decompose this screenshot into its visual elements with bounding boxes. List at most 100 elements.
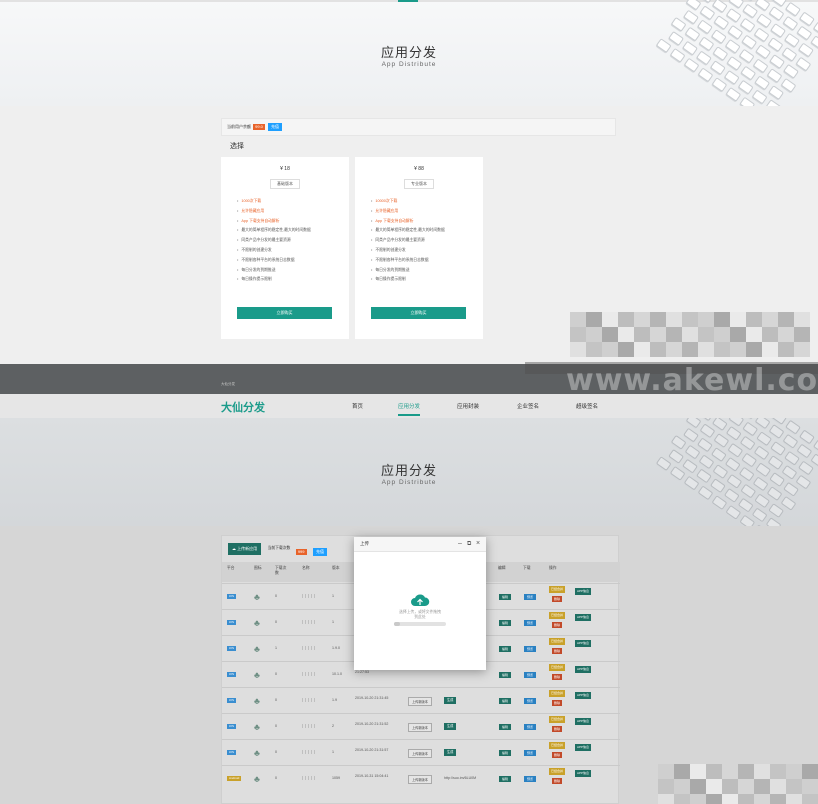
app-info-button[interactable]: APP信息 — [575, 744, 592, 751]
edit-button[interactable]: 编辑 — [499, 776, 512, 782]
upload-version-button[interactable]: 上传新版本 — [408, 697, 432, 706]
delete-button[interactable]: 删除 — [552, 622, 563, 628]
buy-button[interactable]: 立即购买 — [237, 307, 332, 319]
mosaic-tile — [618, 312, 634, 327]
edit-button[interactable]: 编辑 — [499, 594, 512, 600]
preview-button[interactable]: 预览 — [524, 750, 537, 756]
merge-button[interactable]: 已经合并 — [549, 664, 566, 671]
merge-button[interactable]: 已经合并 — [549, 612, 566, 619]
feature-item: 允许隐藏应用 — [237, 207, 311, 217]
app-info-button[interactable]: APP信息 — [575, 770, 592, 777]
choose-label: 选择 — [230, 143, 244, 150]
delete-button[interactable]: 删除 — [552, 596, 563, 602]
upload-version-button[interactable]: 上传新版本 — [408, 723, 432, 732]
mosaic-tile — [778, 312, 794, 327]
merge-button[interactable]: 已经合并 — [549, 638, 566, 645]
mosaic-tile — [634, 327, 650, 342]
app-info-button[interactable]: APP信息 — [575, 588, 592, 595]
preview-button[interactable]: 预览 — [524, 594, 537, 600]
mosaic-tile — [698, 327, 714, 342]
preview-button[interactable]: 预览 — [524, 724, 537, 730]
generate-link-button[interactable]: 生成 — [444, 697, 457, 704]
keyboard-key — [697, 437, 713, 453]
upload-version-button[interactable]: 上传新版本 — [408, 749, 432, 758]
brand-logo[interactable]: 大仙分发 — [221, 399, 265, 415]
app-info-button[interactable]: APP信息 — [575, 718, 592, 725]
app-info-button[interactable]: APP信息 — [575, 692, 592, 699]
merge-button[interactable]: 已经合并 — [549, 768, 566, 775]
balance-label: 当前用户余额 — [227, 124, 251, 129]
mosaic-tile — [666, 342, 682, 357]
edit-button[interactable]: 编辑 — [499, 724, 512, 730]
keyboard-key — [684, 26, 701, 42]
recharge-button[interactable]: 充值 — [312, 548, 327, 556]
edit-button[interactable]: 编辑 — [499, 698, 512, 704]
delete-button[interactable]: 删除 — [552, 726, 563, 732]
delete-button[interactable]: 删除 — [552, 778, 563, 784]
keyboard-key — [782, 433, 799, 449]
download-count: 1 — [275, 646, 277, 650]
version: 10.1.0 — [332, 672, 342, 676]
app-info-button[interactable]: APP信息 — [575, 640, 592, 647]
merge-button[interactable]: 已经合并 — [549, 690, 566, 697]
keyboard-key — [725, 425, 742, 441]
app-info-button[interactable]: APP信息 — [575, 666, 592, 673]
feature-item: 10000次下载 — [371, 197, 445, 207]
generate-link-button[interactable]: 生成 — [444, 749, 457, 756]
keyboard-key — [742, 3, 759, 19]
nav-app-wrap[interactable]: 应用封装 — [457, 402, 479, 410]
mosaic-tile — [794, 312, 810, 327]
merge-button[interactable]: 已经合并 — [549, 742, 566, 749]
platform-badge: iOS — [227, 594, 237, 599]
mosaic-tile — [586, 312, 602, 327]
platform-badge: iOS — [227, 724, 237, 729]
preview-button[interactable]: 预览 — [524, 620, 537, 626]
mosaic-tile — [770, 764, 786, 779]
recharge-button[interactable]: 充值 — [268, 123, 283, 131]
plan-price: ¥ 88 — [414, 166, 424, 172]
nav-super-sign[interactable]: 超级签名 — [576, 402, 598, 410]
hero-subtitle: App Distribute — [381, 479, 437, 486]
cloud-upload-icon[interactable] — [410, 593, 430, 607]
nav-enterprise-sign[interactable]: 企业签名 — [517, 402, 539, 410]
mosaic-tile — [746, 312, 762, 327]
edit-button[interactable]: 编辑 — [499, 750, 512, 756]
mosaic-tile — [706, 764, 722, 779]
mosaic-tile — [754, 779, 770, 794]
delete-button[interactable]: 删除 — [552, 700, 563, 706]
merge-button[interactable]: 已经合并 — [549, 586, 566, 593]
mosaic-tile — [786, 794, 802, 804]
preview-button[interactable]: 预览 — [524, 698, 537, 704]
delete-button[interactable]: 删除 — [552, 648, 563, 654]
edit-button[interactable]: 编辑 — [499, 672, 512, 678]
short-link[interactable]: http://suo.im/6LU0M — [444, 776, 476, 781]
merge-button[interactable]: 已经合并 — [549, 716, 566, 723]
edit-button[interactable]: 编辑 — [499, 646, 512, 652]
maximize-icon[interactable]: ⧉ — [467, 539, 471, 549]
close-icon[interactable]: × — [476, 539, 480, 549]
app-icon: ♣ — [254, 644, 260, 654]
minimize-icon[interactable]: – — [458, 539, 462, 549]
keyboard-key — [768, 503, 785, 518]
app-info-button[interactable]: APP信息 — [575, 614, 592, 621]
preview-button[interactable]: 预览 — [524, 776, 537, 782]
preview-button[interactable]: 预览 — [524, 646, 537, 652]
delete-button[interactable]: 删除 — [552, 674, 563, 680]
nav-app-distribute[interactable]: 应用分发 — [398, 402, 421, 416]
keyboard-key — [754, 493, 771, 509]
upload-version-button[interactable]: 上传新版本 — [408, 775, 432, 784]
edit-button[interactable]: 编辑 — [499, 620, 512, 626]
app-icon: ♣ — [254, 618, 260, 628]
nav-home[interactable]: 首页 — [352, 402, 363, 410]
upload-app-button[interactable]: ☁ 上传新应用 — [228, 542, 262, 555]
mosaic-tile — [682, 312, 698, 327]
app-name-blurred — [302, 724, 316, 728]
buy-button[interactable]: 立即购买 — [371, 307, 466, 319]
keyboard-key — [753, 27, 770, 43]
app-icon: ♣ — [254, 774, 260, 784]
generate-link-button[interactable]: 生成 — [444, 723, 457, 730]
preview-button[interactable]: 预览 — [524, 672, 537, 678]
delete-button[interactable]: 删除 — [552, 752, 563, 758]
platform-badge: iOS — [227, 672, 237, 677]
col-header: 下载 — [523, 566, 531, 570]
